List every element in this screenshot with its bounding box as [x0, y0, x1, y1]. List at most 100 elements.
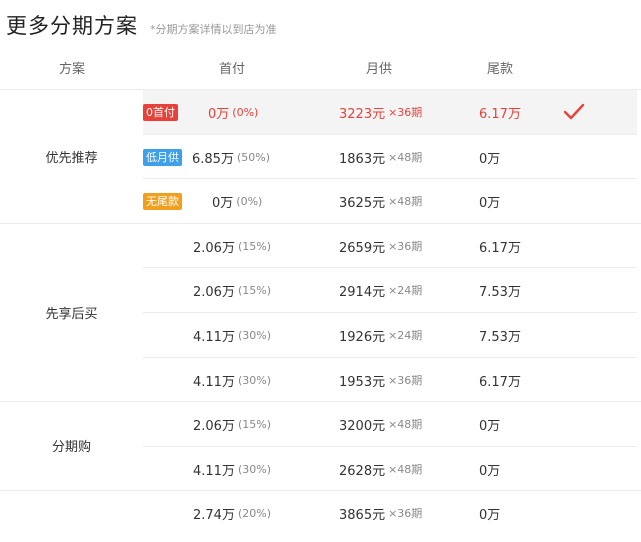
down-payment-percent: (30%)	[237, 462, 271, 476]
term-count: ×36期	[388, 106, 423, 119]
term-count: ×48期	[388, 463, 423, 476]
plan-group-label: 先享后买	[45, 306, 98, 322]
plan-group-label	[0, 490, 143, 535]
check-icon	[563, 103, 585, 120]
monthly-payment-value: 2628元	[339, 463, 386, 479]
down-payment-value: 2.74万	[193, 507, 235, 523]
plan-group-label: 分期购	[51, 440, 91, 455]
final-payment-value: 7.53万	[479, 284, 521, 300]
down-payment-cell: 4.11万 (30%)	[193, 358, 271, 402]
down-payment-cell: 2.74万 (20%)	[193, 491, 271, 535]
monthly-payment-cell: 2914元 ×24期	[339, 268, 422, 312]
table-row[interactable]: 2.06万 (15%) 3200元 ×48期 0万	[143, 402, 637, 446]
monthly-payment-cell: 1926元 ×24期	[339, 313, 422, 357]
term-count: ×36期	[388, 507, 423, 520]
down-payment-cell: 无尾款 0万 (0%)	[143, 179, 262, 223]
term-count: ×36期	[388, 374, 423, 387]
table-row[interactable]: 2.06万 (15%) 2914元 ×24期 7.53万	[143, 268, 637, 312]
term-count: ×24期	[388, 284, 423, 297]
monthly-payment-value: 3223元	[339, 106, 386, 122]
term-count: ×48期	[388, 195, 423, 208]
plan-tag: 低月供	[143, 148, 182, 166]
down-payment-value: 0万	[208, 106, 230, 122]
page-header: 更多分期方案 *分期方案详情以到店为准	[6, 10, 277, 40]
final-payment-cell: 0万	[479, 179, 500, 223]
monthly-payment-value: 2659元	[339, 240, 386, 256]
page-title: 更多分期方案	[6, 14, 138, 38]
down-payment-percent: (15%)	[237, 283, 271, 297]
plan-group-label: 优先推荐	[45, 150, 98, 166]
down-payment-value: 2.06万	[193, 284, 235, 300]
down-payment-percent: (50%)	[236, 150, 270, 164]
down-payment-value: 0万	[212, 195, 234, 211]
table-row[interactable]: 无尾款 0万 (0%) 3625元 ×48期 0万	[143, 179, 637, 223]
monthly-payment-value: 1926元	[339, 329, 386, 345]
monthly-payment-cell: 3865元 ×36期	[339, 491, 422, 535]
term-count: ×36期	[388, 240, 423, 253]
final-payment-value: 0万	[479, 507, 501, 523]
column-header-plan: 方案	[59, 62, 86, 77]
final-payment-value: 6.17万	[479, 374, 521, 390]
down-payment-percent: (15%)	[237, 239, 271, 253]
down-payment-value: 4.11万	[193, 329, 235, 345]
down-payment-cell: 4.11万 (30%)	[193, 447, 271, 491]
down-payment-value: 2.06万	[193, 418, 235, 434]
monthly-payment-value: 3865元	[339, 507, 386, 523]
monthly-payment-cell: 2628元 ×48期	[339, 447, 422, 491]
column-header-down-payment: 首付	[219, 62, 246, 77]
table-row[interactable]: 4.11万 (30%) 1953元 ×36期 6.17万	[143, 358, 637, 402]
final-payment-cell: 6.17万	[479, 224, 521, 268]
monthly-payment-cell: 2659元 ×36期	[339, 224, 422, 268]
final-payment-cell: 6.17万	[479, 90, 521, 134]
monthly-payment-cell: 3625元 ×48期	[339, 179, 422, 223]
table-row[interactable]: 低月供 6.85万 (50%) 1863元 ×48期 0万	[143, 135, 637, 179]
down-payment-value: 6.85万	[192, 151, 234, 167]
monthly-payment-value: 1863元	[339, 151, 386, 167]
down-payment-cell: 2.06万 (15%)	[193, 224, 271, 268]
down-payment-cell: 2.06万 (15%)	[193, 402, 271, 446]
final-payment-cell: 6.17万	[479, 358, 521, 402]
plan-tag: 无尾款	[143, 192, 182, 210]
final-payment-cell: 0万	[479, 402, 500, 446]
column-header-monthly: 月供	[366, 62, 393, 77]
final-payment-cell: 7.53万	[479, 268, 521, 312]
monthly-payment-cell: 3200元 ×48期	[339, 402, 422, 446]
final-payment-cell: 7.53万	[479, 313, 521, 357]
table-row[interactable]: 4.11万 (30%) 1926元 ×24期 7.53万	[143, 313, 637, 357]
down-payment-percent: (20%)	[237, 506, 271, 520]
column-header-final-payment: 尾款	[487, 62, 514, 77]
down-payment-cell: 4.11万 (30%)	[193, 313, 271, 357]
down-payment-percent: (15%)	[237, 417, 271, 431]
final-payment-cell: 0万	[479, 491, 500, 535]
disclaimer-note: *分期方案详情以到店为准	[150, 23, 277, 36]
final-payment-value: 0万	[479, 463, 501, 479]
term-count: ×24期	[388, 329, 423, 342]
final-payment-value: 6.17万	[479, 240, 521, 256]
final-payment-value: 0万	[479, 151, 501, 167]
monthly-payment-cell: 3223元 ×36期	[339, 90, 422, 134]
final-payment-value: 7.53万	[479, 329, 521, 345]
final-payment-value: 0万	[479, 195, 501, 211]
down-payment-value: 2.06万	[193, 240, 235, 256]
down-payment-cell: 0首付 0万 (0%)	[143, 90, 258, 134]
final-payment-value: 0万	[479, 418, 501, 434]
term-count: ×48期	[388, 418, 423, 431]
table-row[interactable]: 2.74万 (20%) 3865元 ×36期 0万	[143, 491, 637, 535]
down-payment-percent: (30%)	[237, 328, 271, 342]
monthly-payment-value: 2914元	[339, 284, 386, 300]
final-payment-cell: 0万	[479, 447, 500, 491]
down-payment-value: 4.11万	[193, 374, 235, 390]
final-payment-cell: 0万	[479, 135, 500, 179]
plan-tag: 0首付	[143, 103, 178, 121]
table-row[interactable]: 2.06万 (15%) 2659元 ×36期 6.17万	[143, 224, 637, 268]
down-payment-percent: (30%)	[237, 373, 271, 387]
final-payment-value: 6.17万	[479, 106, 521, 122]
monthly-payment-value: 1953元	[339, 374, 386, 390]
monthly-payment-value: 3200元	[339, 418, 386, 434]
table-row[interactable]: 0首付 0万 (0%) 3223元 ×36期 6.17万	[143, 90, 637, 134]
table-row[interactable]: 4.11万 (30%) 2628元 ×48期 0万	[143, 447, 637, 491]
term-count: ×48期	[388, 151, 423, 164]
monthly-payment-value: 3625元	[339, 195, 386, 211]
down-payment-cell: 2.06万 (15%)	[193, 268, 271, 312]
down-payment-cell: 低月供 6.85万 (50%)	[143, 135, 270, 179]
